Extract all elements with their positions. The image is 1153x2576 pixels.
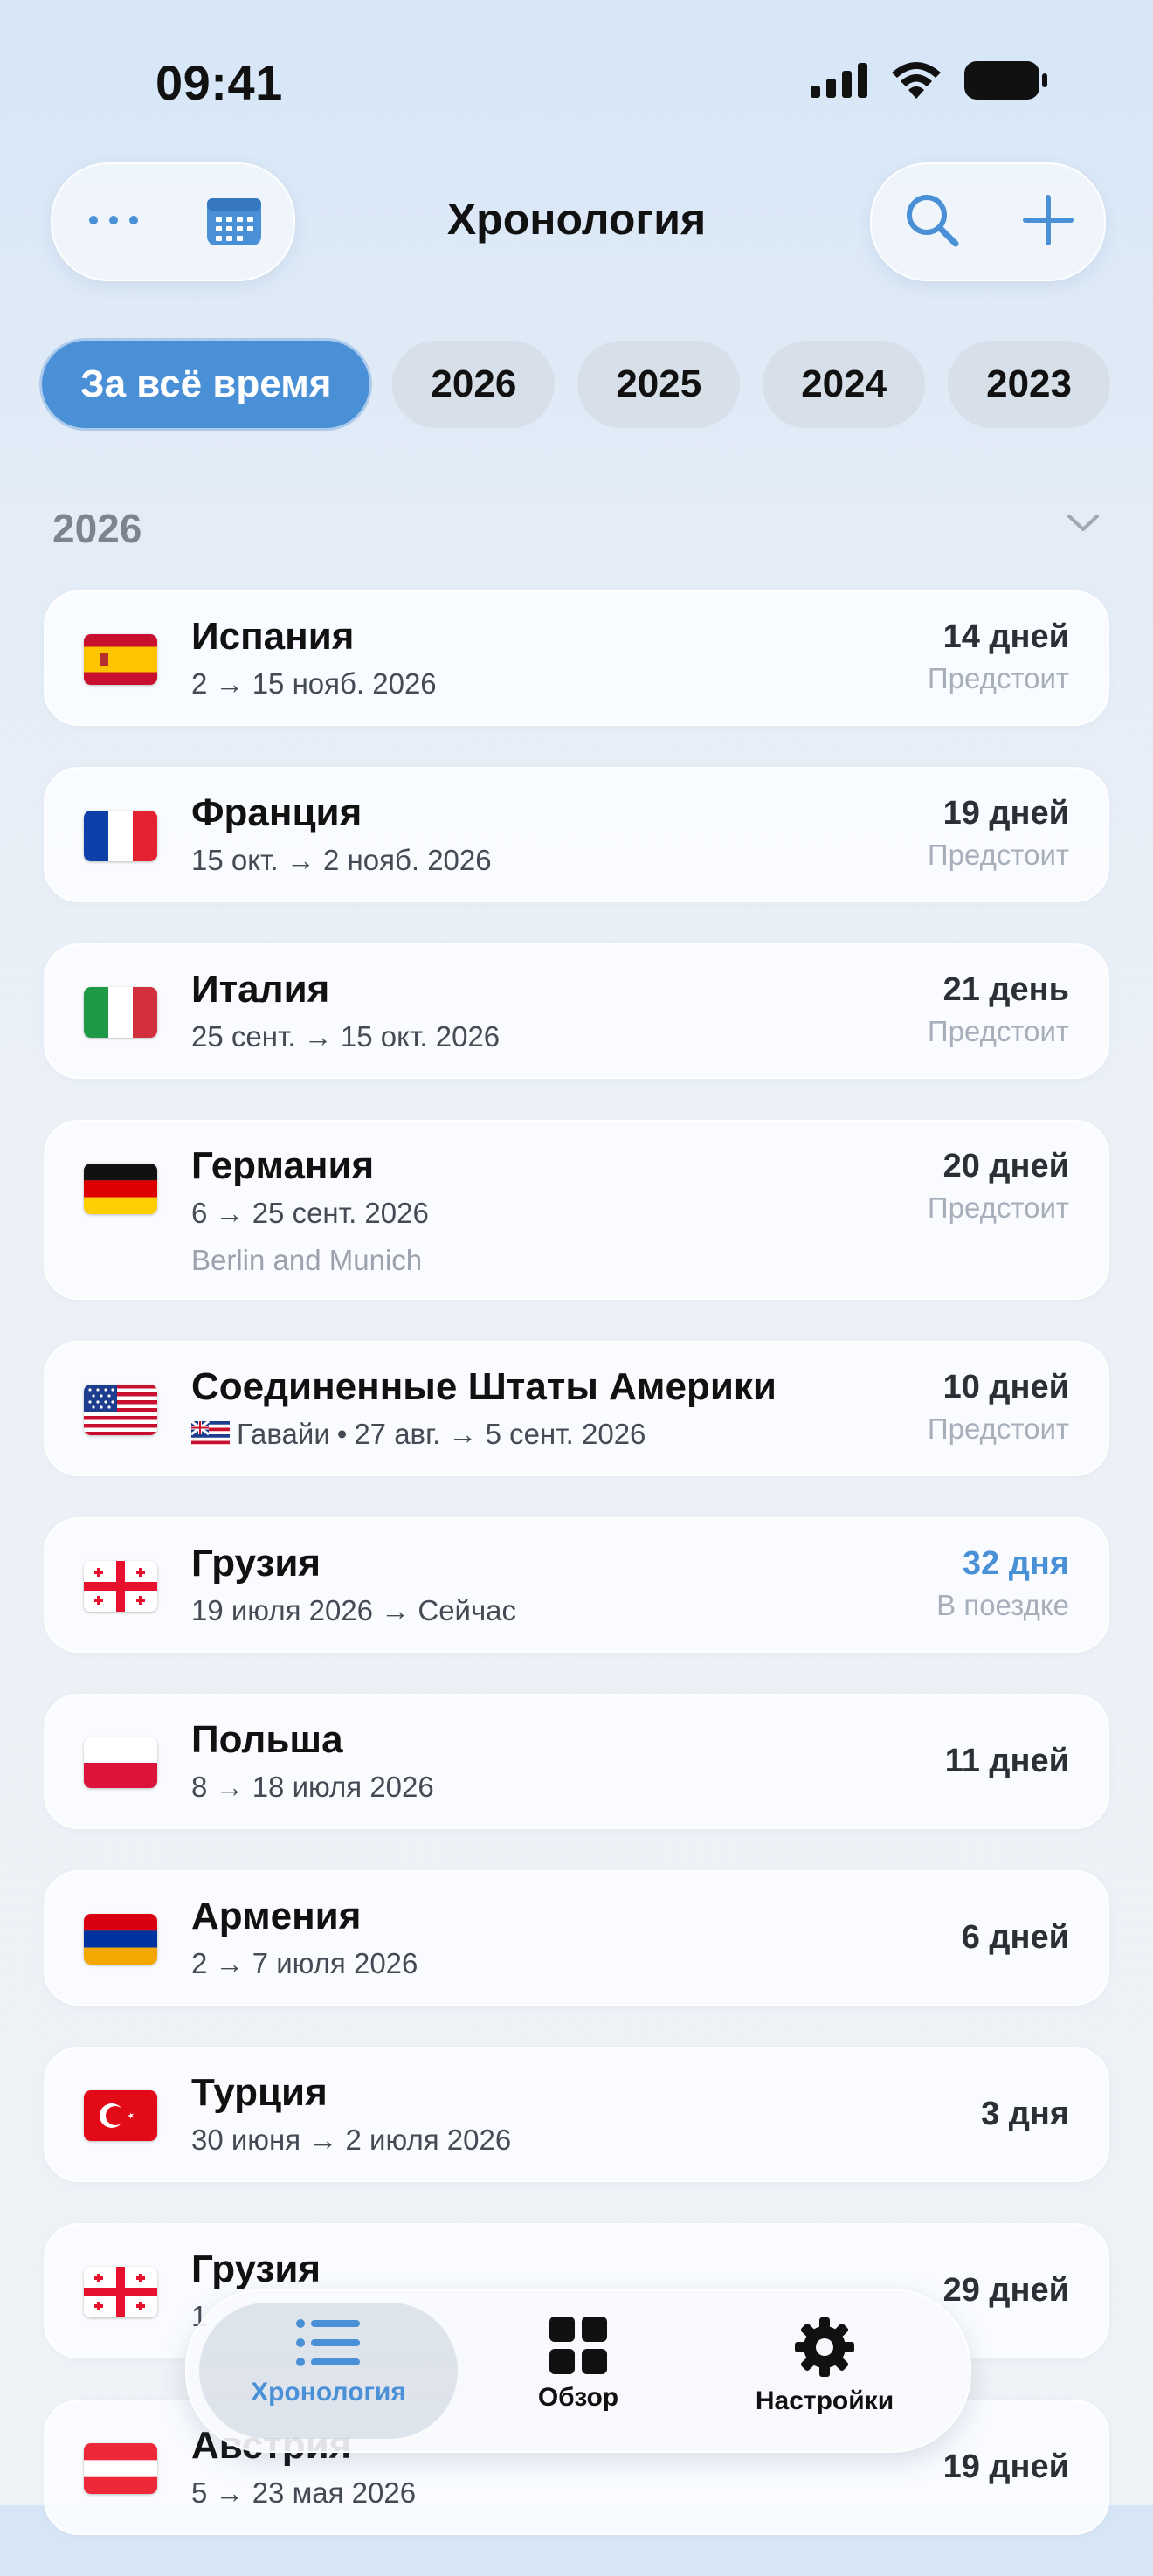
trip-row[interactable]: Испания 2 → 15 нояб. 2026 14 дней Предст… (44, 590, 1109, 726)
trip-row[interactable]: Армения 2 → 7 июля 2026 6 дней (44, 1870, 1109, 2006)
trip-row[interactable]: Франция 15 окт. → 2 нояб. 2026 19 дней П… (44, 767, 1109, 902)
trip-dates: 2 → 7 июля 2026 (191, 1947, 418, 1979)
filter-chip-2024[interactable]: 2024 (763, 341, 926, 428)
trip-status: Предстоит (927, 1191, 1069, 1224)
trip-status: Предстоит (927, 1412, 1069, 1445)
trip-status: Предстоит (927, 662, 1069, 694)
trip-row[interactable]: Грузия 19 июля 2026 → Сейчас 32 дня В по… (44, 1517, 1109, 1653)
grid-icon (549, 2317, 607, 2374)
trip-country: Италия (191, 968, 330, 1011)
trip-status: Предстоит (927, 839, 1069, 871)
trip-dates: 19 июля 2026 → Сейчас (191, 1594, 517, 1626)
battery-icon (964, 61, 1047, 100)
georgia-flag-icon (84, 1561, 157, 1612)
cellular-signal-icon (811, 63, 867, 98)
trip-duration: 32 дня (962, 1545, 1069, 1582)
trip-duration: 6 дней (961, 1919, 1069, 1956)
trip-status: Предстоит (927, 1015, 1069, 1047)
trip-status: В поездке (936, 1589, 1069, 1621)
trip-dates: 27 авг. → 5 сент. 2026 (354, 1418, 646, 1450)
trip-country: Грузия (191, 1542, 321, 1585)
georgia-flag-icon (84, 2267, 157, 2317)
filter-chip-2025[interactable]: 2025 (577, 341, 741, 428)
tab-overview[interactable]: Обзор (447, 2317, 709, 2413)
trip-duration: 10 дней (942, 1369, 1069, 1405)
trip-list: Испания 2 → 15 нояб. 2026 14 дней Предст… (44, 590, 1109, 2576)
tab-timeline[interactable]: Хронология (197, 2317, 459, 2407)
filter-chip-all-time[interactable]: За всё время (42, 341, 370, 428)
trip-country: Германия (191, 1144, 375, 1187)
tab-label: Обзор (537, 2383, 619, 2412)
trip-duration: 3 дня (981, 2096, 1069, 2132)
austria-flag-icon (84, 2443, 157, 2494)
armenia-flag-icon (84, 1914, 157, 1965)
search-icon[interactable] (903, 191, 961, 253)
germany-flag-icon (84, 1164, 157, 1214)
usa-flag-icon (84, 1385, 157, 1435)
france-flag-icon (84, 811, 157, 861)
trip-dates: 6 → 25 сент. 2026 (191, 1197, 429, 1229)
filter-chip-2026[interactable]: 2026 (392, 341, 556, 428)
gear-icon (795, 2317, 854, 2377)
trip-row[interactable]: Польша 8 → 18 июля 2026 11 дней (44, 1694, 1109, 1829)
trip-dates: 15 окт. → 2 нояб. 2026 (191, 844, 492, 876)
turkey-flag-icon (84, 2090, 157, 2141)
tab-bar: Хронология Обзор Настройки (185, 2289, 971, 2453)
bullet-separator: • (336, 1418, 348, 1450)
trip-country: Турция (191, 2071, 328, 2114)
poland-flag-icon (84, 1737, 157, 1788)
trip-dates: 2 → 15 нояб. 2026 (191, 667, 437, 700)
trip-duration: 11 дней (944, 1743, 1069, 1779)
trip-duration: 21 день (942, 971, 1069, 1008)
status-icons (811, 61, 1048, 100)
trip-country: Армения (191, 1895, 362, 1937)
hawaii-flag-icon (191, 1421, 230, 1447)
tab-settings[interactable]: Настройки (694, 2317, 956, 2416)
trip-country: Франция (191, 791, 362, 834)
trip-row[interactable]: Соединенные Штаты Америки Гавайи • 27 ав… (44, 1341, 1109, 1476)
wifi-icon (892, 62, 941, 99)
list-icon (296, 2319, 360, 2366)
trip-dates: 25 сент. → 15 окт. 2026 (191, 1020, 501, 1053)
header-right-controls (870, 162, 1106, 281)
trip-country: Польша (191, 1718, 343, 1761)
trip-duration: 19 дней (942, 2448, 1069, 2485)
trip-note: Berlin and Munich (191, 1244, 423, 1276)
trip-duration: 20 дней (942, 1148, 1069, 1184)
spain-flag-icon (84, 634, 157, 685)
trip-duration: 19 дней (942, 795, 1069, 832)
tab-label: Настройки (755, 2386, 894, 2415)
trip-dates: 5 → 23 мая 2026 (191, 2476, 417, 2509)
trip-dates: 30 июня → 2 июля 2026 (191, 2124, 512, 2156)
tab-label: Хронология (251, 2378, 406, 2407)
italy-flag-icon (84, 987, 157, 1038)
status-time: 09:41 (155, 55, 283, 110)
section-year-header[interactable]: 2026 (52, 505, 142, 552)
year-filter-chips: За всё время 2026 2025 2024 2023 (42, 341, 1110, 428)
trip-country: Испания (191, 615, 355, 658)
trip-region: Гавайи (237, 1418, 330, 1450)
trip-duration: 14 дней (942, 618, 1069, 655)
chevron-down-icon[interactable] (1066, 512, 1101, 535)
trip-country: Грузия (191, 2248, 321, 2290)
filter-chip-2023[interactable]: 2023 (948, 341, 1110, 428)
trip-row[interactable]: Италия 25 сент. → 15 окт. 2026 21 день П… (44, 943, 1109, 1079)
trip-row[interactable]: Турция 30 июня → 2 июля 2026 3 дня (44, 2047, 1109, 2182)
plus-icon[interactable] (1022, 194, 1074, 250)
trip-row[interactable]: Германия 6 → 25 сент. 2026 Berlin and Mu… (44, 1120, 1109, 1300)
trip-country: Соединенные Штаты Америки (191, 1365, 777, 1408)
trip-dates: 8 → 18 июля 2026 (191, 1771, 434, 1803)
